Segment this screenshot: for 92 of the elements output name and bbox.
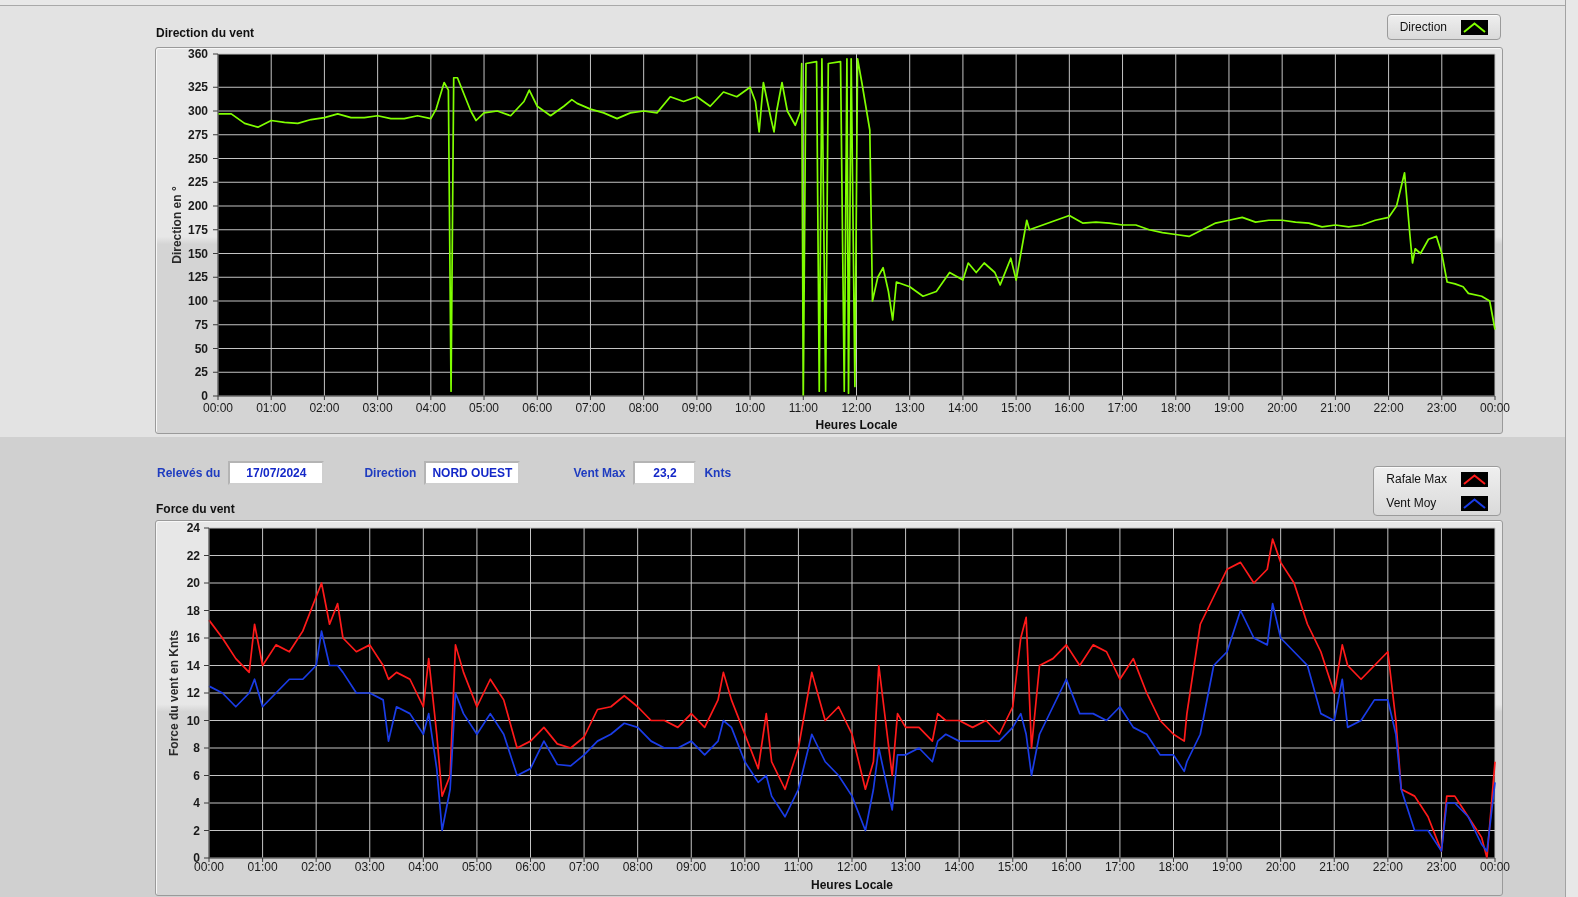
chart-title: Force du vent [155, 502, 235, 516]
axis-title: Heures Locale [811, 878, 893, 892]
x-tick-label: 00:00 [1480, 860, 1510, 874]
y-tick-label: 16 [186, 631, 200, 645]
x-tick-label: 09:00 [681, 401, 712, 415]
x-tick-label: 23:00 [1426, 401, 1457, 415]
unit-label: Knts [704, 466, 732, 480]
x-tick-label: 16:00 [1054, 401, 1085, 415]
x-tick-label: 21:00 [1319, 860, 1350, 874]
x-tick-label: 08:00 [628, 401, 659, 415]
x-tick-label: 13:00 [890, 860, 921, 874]
x-tick-label: 05:00 [469, 401, 500, 415]
y-tick-label: 275 [187, 127, 208, 142]
field-label: Direction [364, 466, 417, 480]
x-tick-label: 12:00 [841, 401, 872, 415]
x-tick-label: 05:00 [461, 860, 492, 874]
y-tick-label: 18 [186, 603, 200, 618]
y-tick-label: 8 [193, 741, 200, 755]
y-tick-label: 2 [193, 823, 200, 838]
x-tick-label: 16:00 [1051, 860, 1082, 874]
y-tick-label: 325 [187, 80, 208, 95]
x-tick-label: 12:00 [837, 860, 867, 874]
y-tick-label: 6 [193, 768, 200, 783]
x-tick-label: 17:00 [1107, 401, 1138, 415]
x-tick-label: 11:00 [783, 860, 813, 874]
date-field: 17/07/2024 [228, 461, 325, 485]
x-tick-label: 06:00 [515, 860, 546, 874]
x-tick-label: 22:00 [1372, 860, 1403, 874]
x-tick-label: 06:00 [522, 401, 553, 415]
x-tick-label: 13:00 [894, 401, 925, 415]
y-tick-label: 125 [187, 270, 208, 285]
x-tick-label: 14:00 [947, 401, 978, 415]
axis-title: Heures Locale [815, 418, 898, 432]
axis-title: Force du vent en Knts [167, 630, 181, 756]
field-label: Vent Max [573, 466, 626, 480]
y-tick-label: 24 [186, 521, 200, 535]
field-label: Relevés du [157, 466, 221, 480]
x-tick-label: 00:00 [1480, 401, 1510, 415]
y-tick-label: 4 [193, 796, 200, 810]
x-tick-label: 22:00 [1373, 401, 1404, 415]
x-tick-label: 08:00 [622, 860, 653, 874]
max-wind-field: 23,2 [633, 461, 697, 485]
x-tick-label: 20:00 [1265, 860, 1296, 874]
chart-title: Direction du vent [155, 26, 254, 40]
x-tick-label: 00:00 [203, 401, 233, 415]
y-tick-label: 20 [186, 576, 200, 590]
x-tick-label: 09:00 [676, 860, 707, 874]
y-tick-label: 200 [187, 199, 208, 213]
y-tick-label: 0 [201, 389, 208, 403]
legend-label: Vent Moy [1386, 496, 1437, 510]
x-tick-label: 14:00 [944, 860, 975, 874]
axis-title: Direction en ° [170, 186, 184, 264]
x-tick-label: 19:00 [1212, 860, 1243, 874]
x-tick-label: 03:00 [354, 860, 385, 874]
direction-field: NORD OUEST [424, 461, 521, 485]
x-tick-label: 17:00 [1104, 860, 1135, 874]
legend-label: Direction [1399, 20, 1447, 34]
y-tick-label: 10 [186, 713, 200, 728]
x-tick-label: 21:00 [1320, 401, 1351, 415]
y-tick-label: 250 [187, 151, 208, 166]
x-tick-label: 20:00 [1267, 401, 1298, 415]
y-tick-label: 22 [186, 548, 200, 563]
y-tick-label: 360 [187, 47, 208, 61]
x-tick-label: 15:00 [1001, 401, 1032, 415]
y-tick-label: 100 [187, 294, 208, 308]
y-tick-label: 150 [187, 246, 208, 261]
x-tick-label: 18:00 [1160, 401, 1191, 415]
x-tick-label: 15:00 [997, 860, 1028, 874]
x-tick-label: 18:00 [1158, 860, 1189, 874]
legend-label: Rafale Max [1386, 472, 1447, 486]
x-tick-label: 11:00 [788, 401, 818, 415]
x-tick-label: 04:00 [415, 401, 446, 415]
x-tick-label: 04:00 [408, 860, 439, 874]
x-tick-label: 10:00 [729, 860, 760, 874]
x-tick-label: 03:00 [362, 401, 393, 415]
x-tick-label: 01:00 [256, 401, 287, 415]
y-tick-label: 50 [194, 341, 208, 356]
y-tick-label: 175 [187, 222, 208, 237]
x-tick-label: 07:00 [569, 860, 600, 874]
y-tick-label: 25 [194, 365, 208, 380]
x-tick-label: 07:00 [575, 401, 606, 415]
y-tick-label: 225 [187, 175, 208, 190]
x-tick-label: 10:00 [735, 401, 766, 415]
y-tick-label: 75 [194, 317, 208, 332]
x-tick-label: 23:00 [1426, 860, 1457, 874]
y-tick-label: 14 [186, 658, 200, 673]
x-tick-label: 02:00 [301, 860, 332, 874]
x-tick-label: 01:00 [247, 860, 278, 874]
y-tick-label: 300 [187, 104, 208, 118]
x-tick-label: 19:00 [1213, 401, 1244, 415]
x-tick-label: 02:00 [309, 401, 340, 415]
y-tick-label: 12 [186, 686, 200, 700]
